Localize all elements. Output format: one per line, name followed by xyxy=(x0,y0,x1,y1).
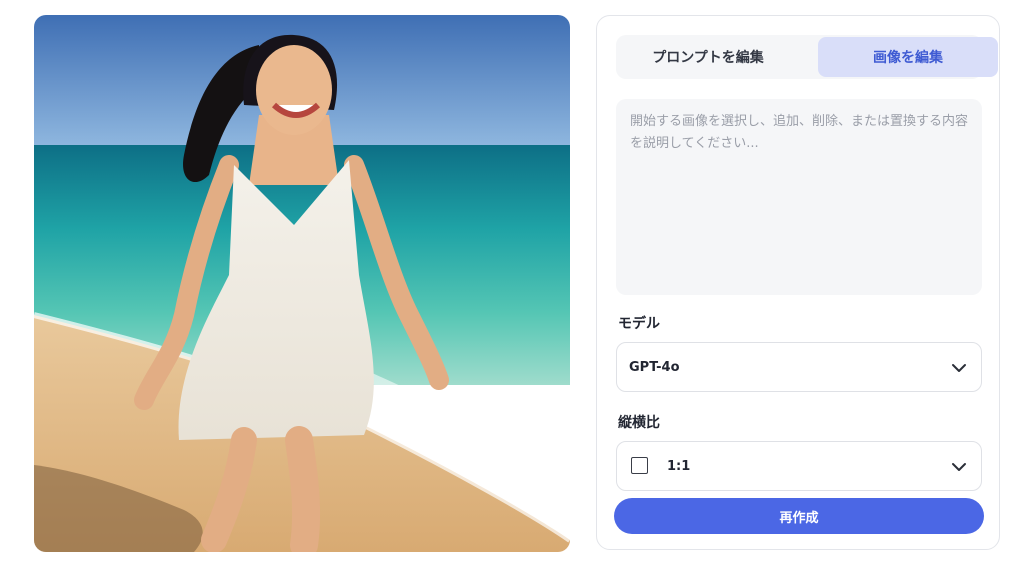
chevron-down-icon xyxy=(952,463,966,471)
aspect-ratio-select[interactable]: 1:1 xyxy=(616,441,982,491)
tab-edit-prompt-label: プロンプトを編集 xyxy=(652,50,764,66)
edit-prompt-input[interactable] xyxy=(630,111,968,283)
prompt-container xyxy=(616,99,982,295)
aspect-ratio-label: 縦横比 xyxy=(618,415,660,431)
aspect-ratio-value: 1:1 xyxy=(667,458,691,474)
regenerate-button-label: 再作成 xyxy=(779,510,819,526)
model-select[interactable]: GPT-4o xyxy=(616,342,982,392)
square-ratio-icon xyxy=(631,457,648,474)
model-select-value: GPT-4o xyxy=(629,359,680,375)
tab-edit-image[interactable]: 画像を編集 xyxy=(818,37,998,77)
model-label: モデル xyxy=(618,316,660,332)
tab-edit-image-label: 画像を編集 xyxy=(873,50,943,66)
mode-tabs: プロンプトを編集 画像を編集 xyxy=(616,35,998,79)
regenerate-button[interactable]: 再作成 xyxy=(614,498,984,534)
chevron-down-icon xyxy=(952,364,966,372)
beach-photo xyxy=(34,15,570,552)
generated-image xyxy=(34,15,570,552)
edit-panel: プロンプトを編集 画像を編集 モデル GPT-4o 縦横比 1:1 再作成 xyxy=(596,15,1000,550)
tab-edit-prompt[interactable]: プロンプトを編集 xyxy=(618,37,798,77)
